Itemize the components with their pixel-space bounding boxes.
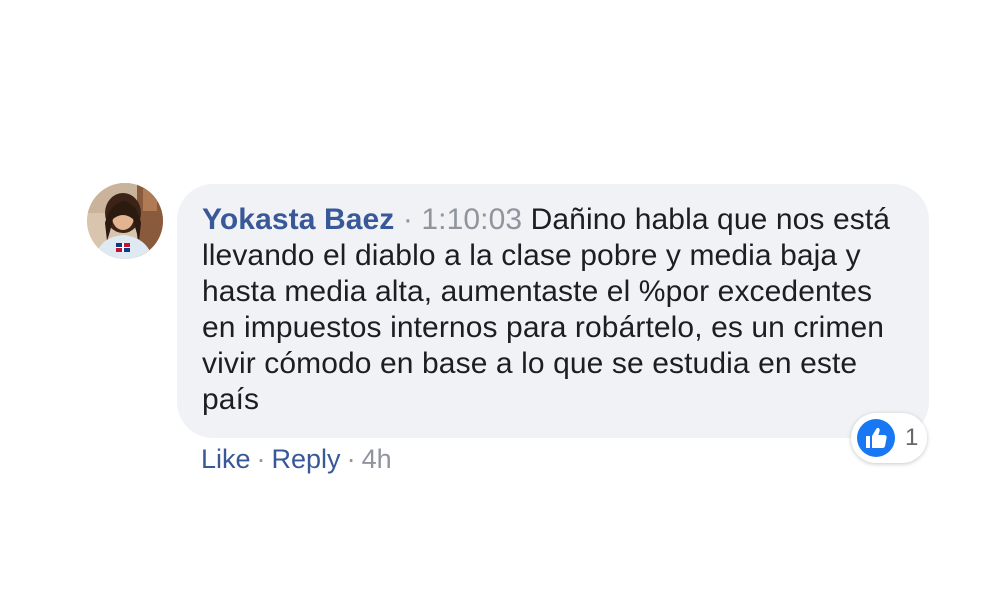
timestamp-separator: ·	[402, 203, 413, 236]
reaction-count: 1	[905, 424, 919, 451]
comment-actions: Like · Reply · 4h	[201, 442, 392, 476]
comment-container: Yokasta Baez · 1:10:03 Dañino habla que …	[0, 0, 1000, 600]
author-name[interactable]: Yokasta Baez	[202, 203, 394, 236]
reply-button[interactable]: Reply	[272, 444, 341, 474]
comment-bubble: Yokasta Baez · 1:10:03 Dañino habla que …	[177, 184, 929, 438]
action-separator: ·	[346, 444, 356, 474]
like-thumbs-up-icon	[857, 419, 895, 457]
comment-timestamp[interactable]: 1:10:03	[421, 203, 522, 236]
like-button[interactable]: Like	[201, 444, 251, 474]
comment-text: Yokasta Baez · 1:10:03 Dañino habla que …	[202, 202, 909, 418]
reaction-badge[interactable]: 1	[851, 413, 927, 463]
avatar[interactable]	[87, 183, 163, 259]
comment-age[interactable]: 4h	[362, 444, 392, 474]
action-separator: ·	[256, 444, 266, 474]
